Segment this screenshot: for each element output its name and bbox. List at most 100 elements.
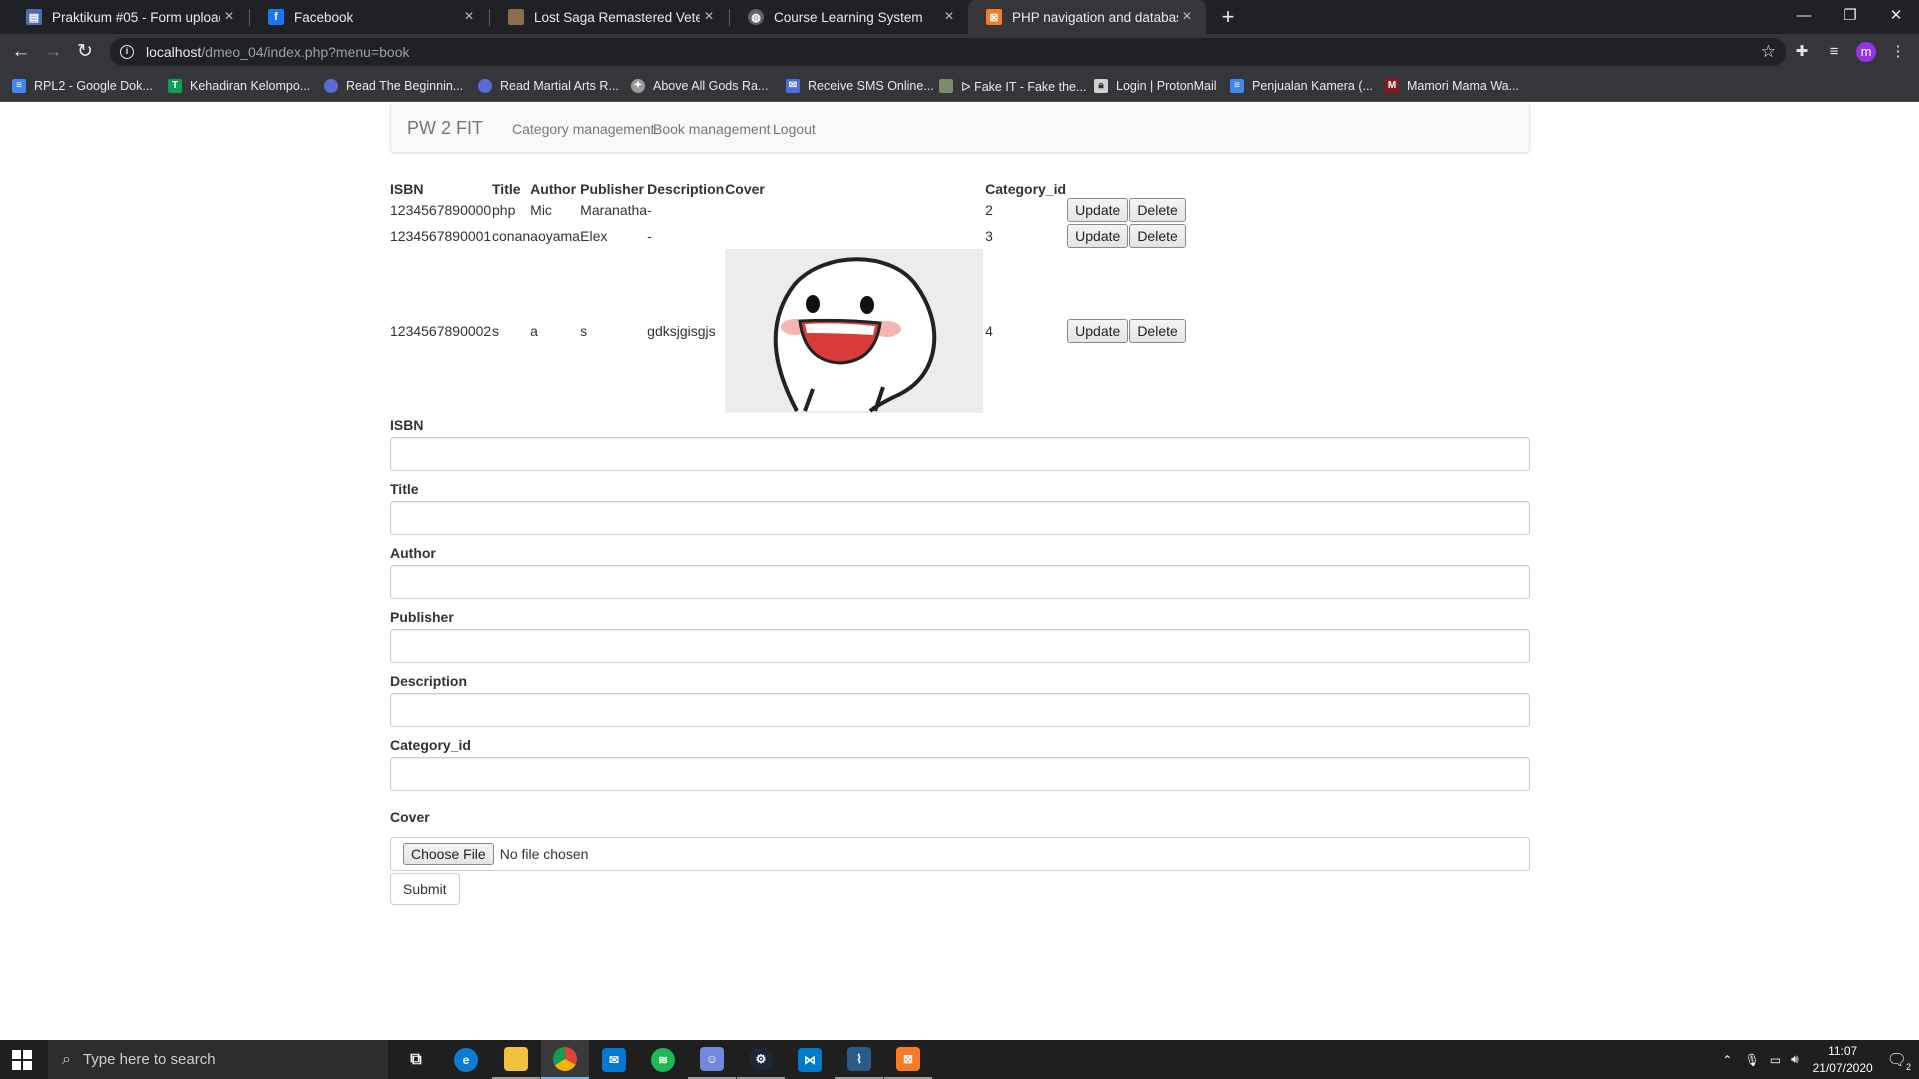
bookmark-protonmail[interactable]: 🔒︎ Login | ProtonMail	[1094, 77, 1217, 95]
chevron-up-icon[interactable]: ⌃	[1722, 1053, 1732, 1067]
spotify-icon: ≋	[651, 1047, 675, 1072]
taskbar-xampp[interactable]: ⊠	[884, 1040, 932, 1079]
cover-file-input[interactable]: Choose File No file chosen	[390, 837, 1530, 871]
address-bar[interactable]: i localhost/dmeo_04/index.php?menu=book …	[110, 38, 1786, 66]
cell-publisher: Maranatha	[580, 202, 648, 218]
delete-button[interactable]: Delete	[1129, 319, 1186, 343]
search-placeholder: Type here to search	[82, 1051, 216, 1068]
network-icon[interactable]: ▭	[1770, 1053, 1781, 1067]
delete-button[interactable]: Delete	[1129, 224, 1186, 248]
tab-facebook[interactable]: f Facebook ×	[250, 0, 488, 34]
search-icon: ⌕	[62, 1050, 71, 1068]
cell-cover	[725, 197, 985, 223]
taskbar-vscode[interactable]: ⋈	[786, 1040, 834, 1079]
update-button[interactable]: Update	[1067, 224, 1129, 248]
tab-lost-saga[interactable]: Lost Saga Remastered Veteran Pl ×	[490, 0, 728, 34]
bookmark-receive-sms[interactable]: ✉ Receive SMS Online...	[786, 77, 934, 95]
microphone-icon[interactable]: 🎙︎	[1744, 1053, 1759, 1067]
page-viewport: PW 2 FIT Category management Book manage…	[0, 103, 1919, 1040]
choose-file-button[interactable]: Choose File	[403, 843, 494, 865]
close-icon[interactable]: ×	[220, 8, 238, 26]
bookmark-label: ᐅ Fake IT - Fake the...	[961, 79, 1087, 94]
bookmark-above-all-gods[interactable]: ✦ Above All Gods Ra...	[631, 77, 768, 95]
column-header-description: Description	[647, 181, 725, 197]
description-input[interactable]	[390, 693, 1530, 727]
volume-icon[interactable]: 🔊︎	[1791, 1052, 1799, 1067]
delete-button[interactable]: Delete	[1129, 198, 1186, 222]
nav-category-management[interactable]: Category management	[512, 121, 654, 137]
steam-icon: ⚙	[749, 1046, 773, 1071]
taskbar-file-explorer[interactable]	[492, 1040, 540, 1079]
forward-icon[interactable]: →	[40, 40, 66, 64]
taskbar-mail[interactable]: ✉	[590, 1040, 638, 1079]
taskbar-chrome[interactable]	[541, 1040, 589, 1079]
cell-category-id: 2	[985, 202, 993, 218]
close-icon[interactable]: ×	[1178, 8, 1196, 26]
close-window-button[interactable]: ✕	[1873, 0, 1919, 30]
author-input[interactable]	[390, 565, 1530, 599]
windows-start-icon[interactable]	[12, 1050, 32, 1070]
bookmarks-bar: ≡ RPL2 - Google Dok... T Kehadiran Kelompo…	[0, 70, 1919, 102]
taskbar-mysql-workbench[interactable]: ⌇	[835, 1040, 883, 1079]
taskbar-discord[interactable]: ☺	[688, 1040, 736, 1079]
restore-button[interactable]: ❐	[1827, 0, 1873, 30]
cell-actions: Update Delete	[1067, 223, 1187, 249]
submit-button[interactable]: Submit	[390, 873, 460, 905]
bookmark-fake-it[interactable]: ᐅ Fake IT - Fake the...	[939, 77, 1086, 95]
reload-icon[interactable]: ↻	[72, 40, 98, 64]
extensions-icon[interactable]: ✚	[1791, 41, 1813, 63]
cell-title: php	[492, 202, 516, 218]
bookmark-read-beginning[interactable]: Read The Beginnin...	[324, 77, 463, 95]
bookmark-mamori[interactable]: M Mamori Mama Wa...	[1385, 77, 1519, 95]
menu-kebab-icon[interactable]: ⋮	[1887, 41, 1909, 63]
title-input[interactable]	[390, 501, 1530, 535]
discord-icon: ☺	[700, 1046, 724, 1071]
close-icon[interactable]: ×	[700, 8, 718, 26]
nav-logout[interactable]: Logout	[773, 121, 816, 137]
info-icon[interactable]: i	[120, 45, 134, 59]
lock-icon: 🔒︎	[1094, 79, 1108, 93]
navbar-brand[interactable]: PW 2 FIT	[407, 118, 483, 139]
table-header-row: ISBN Title Author Publisher Description …	[390, 175, 1187, 197]
task-view-button[interactable]: ⧉	[392, 1040, 440, 1079]
xampp-icon: ⊠	[896, 1046, 920, 1071]
profile-avatar[interactable]: m	[1856, 42, 1876, 62]
cell-author: a	[530, 323, 538, 339]
tab-course-learning[interactable]: ◍ Course Learning System ×	[730, 0, 968, 34]
taskbar-search[interactable]: ⌕ Type here to search	[48, 1040, 388, 1079]
notifications-icon[interactable]: 🗨︎ 2	[1887, 1050, 1911, 1072]
table-row: 1234567890000 php Mic Maranatha - 2 Upda…	[390, 197, 1187, 223]
table-row: 1234567890002 s a s gdksjgisgjs 4 Update…	[390, 249, 1187, 413]
publisher-input[interactable]	[390, 629, 1530, 663]
edge-icon: e	[454, 1047, 478, 1072]
bookmark-rpl2[interactable]: ≡ RPL2 - Google Dok...	[12, 77, 153, 95]
description-label: Description	[390, 673, 468, 689]
update-button[interactable]: Update	[1067, 198, 1129, 222]
update-button[interactable]: Update	[1067, 319, 1129, 343]
taskbar-steam[interactable]: ⚙	[737, 1040, 785, 1079]
cell-title: conan	[492, 228, 531, 244]
tab-php-navigation[interactable]: ⊠ PHP navigation and database PA ×	[968, 0, 1206, 34]
workbench-icon: ⌇	[847, 1046, 871, 1071]
minimize-button[interactable]: —	[1781, 0, 1827, 30]
taskbar-edge[interactable]: e	[442, 1040, 490, 1079]
taskbar-spotify[interactable]: ≋	[639, 1040, 687, 1079]
new-tab-button[interactable]: +	[1215, 4, 1241, 30]
bookmark-star-icon[interactable]: ☆	[1761, 42, 1776, 62]
clock[interactable]: 11:07 21/07/2020	[1813, 1043, 1873, 1077]
media-queue-icon[interactable]: ≡	[1823, 41, 1845, 63]
globe-icon: ◍	[748, 9, 764, 25]
isbn-input[interactable]	[390, 437, 1530, 471]
close-icon[interactable]: ×	[940, 8, 958, 26]
tab-title: Lost Saga Remastered Veteran Pl	[534, 9, 700, 25]
close-icon[interactable]: ×	[460, 8, 478, 26]
bookmark-kehadiran[interactable]: T Kehadiran Kelompo...	[168, 77, 310, 95]
url-text[interactable]: localhost/dmeo_04/index.php?menu=book	[146, 44, 409, 60]
nav-book-management[interactable]: Book management	[653, 121, 771, 137]
bookmark-martial-arts[interactable]: Read Martial Arts R...	[478, 77, 619, 95]
cell-description: -	[647, 228, 652, 244]
back-icon[interactable]: ←	[8, 40, 34, 64]
category-id-input[interactable]	[390, 757, 1530, 791]
tab-praktikum[interactable]: ▤ Praktikum #05 - Form upload ×	[8, 0, 248, 34]
bookmark-penjualan-kamera[interactable]: ≡ Penjualan Kamera (...	[1230, 77, 1373, 95]
